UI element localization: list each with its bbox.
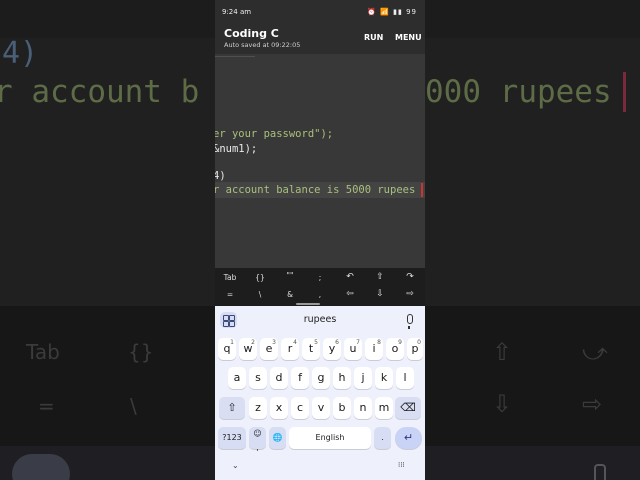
key-w[interactable]: w2 bbox=[239, 338, 257, 360]
key-b[interactable]: b bbox=[333, 397, 351, 419]
key-e[interactable]: e3 bbox=[260, 338, 278, 360]
hide-keyboard-icon[interactable]: ⌄ bbox=[232, 461, 239, 470]
equals-key[interactable]: = bbox=[215, 290, 245, 299]
bg-backslash-key: \ bbox=[130, 394, 137, 418]
semicolon-key[interactable]: ; bbox=[305, 273, 335, 282]
left-arrow-icon[interactable]: ⇦ bbox=[335, 289, 365, 299]
code-line-condition[interactable]: 4) bbox=[215, 170, 226, 182]
braces-key[interactable]: {} bbox=[245, 273, 275, 282]
bg-tab-key: Tab bbox=[26, 340, 60, 364]
app-bar: Coding C Auto saved at 09:22:05 RUN MENU bbox=[215, 24, 425, 54]
code-line-balance[interactable]: r account balance is 5000 rupees bbox=[215, 184, 415, 196]
key-u[interactable]: u7 bbox=[344, 338, 362, 360]
code-line-password[interactable]: er your password"); bbox=[215, 128, 333, 140]
backspace-key-icon[interactable]: ⌫ bbox=[395, 397, 421, 419]
key-q[interactable]: q1 bbox=[218, 338, 236, 360]
code-divider bbox=[215, 56, 255, 57]
phone-screen: 9:24 am ⏰ 📶 ▮▮ 99 Coding C Auto saved at… bbox=[215, 0, 425, 480]
key-p[interactable]: p0 bbox=[407, 338, 423, 360]
bg-right-arrow-icon: ⇨ bbox=[582, 390, 603, 418]
status-time: 9:24 am bbox=[222, 8, 252, 16]
bg-cursor bbox=[623, 72, 626, 112]
emoji-key-icon[interactable]: ☺, bbox=[249, 427, 266, 452]
bg-down-arrow-icon: ⇩ bbox=[492, 390, 513, 418]
key-h[interactable]: h bbox=[333, 367, 351, 389]
bg-grid-button bbox=[12, 454, 70, 480]
backslash-key[interactable]: \ bbox=[245, 290, 275, 299]
soft-keyboard: rupees q1 w2 e3 r4 t5 y6 u7 i8 o9 p0 a s… bbox=[215, 306, 425, 480]
code-line-scanf[interactable]: &num1); bbox=[215, 143, 257, 155]
period-key[interactable]: . bbox=[374, 427, 391, 449]
key-m[interactable]: m bbox=[375, 397, 393, 419]
text-cursor bbox=[421, 183, 423, 197]
status-icons: ⏰ 📶 ▮▮ 99 bbox=[367, 8, 417, 16]
key-x[interactable]: x bbox=[270, 397, 288, 419]
globe-key-icon[interactable]: 🌐 bbox=[269, 427, 286, 449]
right-arrow-icon[interactable]: ⇨ bbox=[395, 289, 425, 299]
ampersand-key[interactable]: & bbox=[275, 290, 305, 299]
up-arrow-icon[interactable]: ⇧ bbox=[365, 272, 395, 282]
key-i[interactable]: i8 bbox=[365, 338, 383, 360]
keyboard-switch-icon[interactable]: ⁞⁞⁞ bbox=[398, 461, 405, 469]
bg-redo-icon: ⤻ bbox=[582, 338, 608, 366]
key-s[interactable]: s bbox=[249, 367, 267, 389]
run-button[interactable]: RUN bbox=[364, 33, 383, 42]
key-g[interactable]: g bbox=[312, 367, 330, 389]
key-f[interactable]: f bbox=[291, 367, 309, 389]
key-l[interactable]: l bbox=[396, 367, 414, 389]
tab-key[interactable]: Tab bbox=[215, 273, 245, 282]
menu-button[interactable]: MENU bbox=[395, 33, 422, 42]
down-arrow-icon[interactable]: ⇩ bbox=[365, 289, 395, 299]
shift-key-icon[interactable]: ⇧ bbox=[219, 397, 245, 419]
comma-key[interactable]: , bbox=[305, 290, 335, 299]
key-c[interactable]: c bbox=[291, 397, 309, 419]
mic-icon[interactable] bbox=[407, 314, 413, 329]
suggestion-word[interactable]: rupees bbox=[215, 314, 425, 325]
key-y[interactable]: y6 bbox=[323, 338, 341, 360]
key-o[interactable]: o9 bbox=[386, 338, 404, 360]
key-a[interactable]: a bbox=[228, 367, 246, 389]
bg-paren-text: 4) bbox=[2, 36, 39, 71]
key-d[interactable]: d bbox=[270, 367, 288, 389]
bg-equals-key: = bbox=[38, 394, 55, 418]
key-n[interactable]: n bbox=[354, 397, 372, 419]
key-v[interactable]: v bbox=[312, 397, 330, 419]
enter-key-icon[interactable]: ↵ bbox=[395, 427, 422, 449]
quotes-key[interactable]: "" bbox=[275, 271, 305, 280]
redo-icon[interactable]: ↷ bbox=[395, 272, 425, 282]
code-editor[interactable]: er your password"); &num1); 4) r account… bbox=[215, 54, 425, 268]
drag-handle[interactable] bbox=[296, 303, 320, 305]
key-r[interactable]: r4 bbox=[281, 338, 299, 360]
key-k[interactable]: k bbox=[375, 367, 393, 389]
bg-balance-left: r account b bbox=[0, 74, 200, 110]
symbols-key[interactable]: ?123 bbox=[218, 427, 246, 449]
autosave-status: Auto saved at 09:22:05 bbox=[224, 41, 301, 49]
bg-up-arrow-icon: ⇧ bbox=[492, 338, 513, 366]
key-z[interactable]: z bbox=[249, 397, 267, 419]
extra-keys-bar: Tab {} "" ; ↶ ⇧ ↷ = \ & , ⇦ ⇩ ⇨ bbox=[215, 268, 425, 306]
suggestion-strip: rupees bbox=[215, 306, 425, 333]
bg-mic-icon bbox=[594, 464, 606, 480]
space-bar[interactable]: English bbox=[289, 427, 371, 449]
status-bar: 9:24 am ⏰ 📶 ▮▮ 99 bbox=[215, 0, 425, 24]
key-t[interactable]: t5 bbox=[302, 338, 320, 360]
bg-braces-key: {} bbox=[128, 340, 154, 364]
key-j[interactable]: j bbox=[354, 367, 372, 389]
bg-balance-right: 000 rupees bbox=[425, 74, 612, 110]
app-title: Coding C bbox=[224, 27, 279, 40]
undo-icon[interactable]: ↶ bbox=[335, 272, 365, 282]
